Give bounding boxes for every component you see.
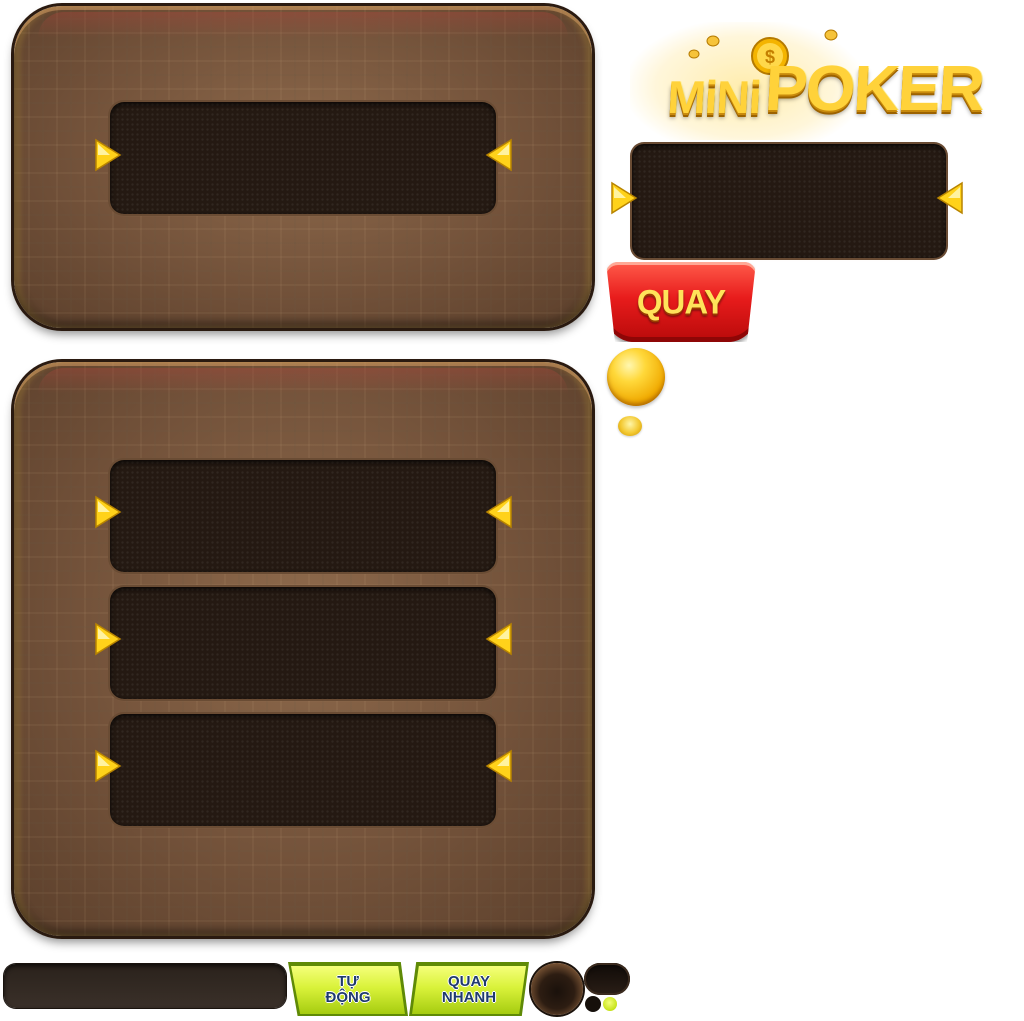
fast-spin-button[interactable]: QUAY NHANH xyxy=(412,966,526,1014)
reel-slot-3 xyxy=(110,714,496,826)
gold-coin-icon xyxy=(706,35,720,47)
auto-spin-button[interactable]: TỰ ĐỘNG xyxy=(291,966,405,1014)
gold-coin-icon xyxy=(618,416,642,436)
gold-triangle-right-icon xyxy=(95,138,122,172)
reel-slot-1 xyxy=(110,460,496,572)
gold-triangle-left-icon xyxy=(485,138,512,172)
gold-triangle-right-icon xyxy=(95,749,122,783)
auto-spin-label-line1: TỰ xyxy=(337,973,359,990)
gold-triangle-right-icon xyxy=(611,181,638,215)
spin-button[interactable]: QUAY xyxy=(606,262,756,342)
round-button[interactable] xyxy=(531,963,583,1015)
toggle-knob-on xyxy=(603,997,617,1011)
toggle-knob-off xyxy=(585,996,601,1012)
auto-spin-label-line2: ĐỘNG xyxy=(325,989,371,1006)
gold-coin-icon xyxy=(824,29,838,41)
bet-bar[interactable] xyxy=(4,964,286,1008)
gold-triangle-right-icon xyxy=(95,622,122,656)
gold-triangle-left-icon xyxy=(485,749,512,783)
gold-triangle-left-icon xyxy=(485,495,512,529)
gold-coin-icon xyxy=(607,348,665,406)
preview-slot xyxy=(632,144,946,258)
gold-triangle-right-icon xyxy=(95,495,122,529)
gold-triangle-left-icon xyxy=(485,622,512,656)
fast-spin-label-line2: NHANH xyxy=(441,989,497,1006)
toggle-track[interactable] xyxy=(584,963,630,995)
spin-button-label: QUAY xyxy=(636,282,726,321)
logo-text: MiNiPOKER xyxy=(666,52,984,124)
logo-mini-text: MiNi xyxy=(666,71,763,123)
logo-poker-text: POKER xyxy=(763,52,985,124)
fast-spin-label-line1: QUAY xyxy=(448,973,490,990)
single-line-slot xyxy=(110,102,496,214)
mini-poker-logo: $ MiNiPOKER xyxy=(610,22,1022,140)
reel-slot-2 xyxy=(110,587,496,699)
gold-triangle-left-icon xyxy=(936,181,963,215)
